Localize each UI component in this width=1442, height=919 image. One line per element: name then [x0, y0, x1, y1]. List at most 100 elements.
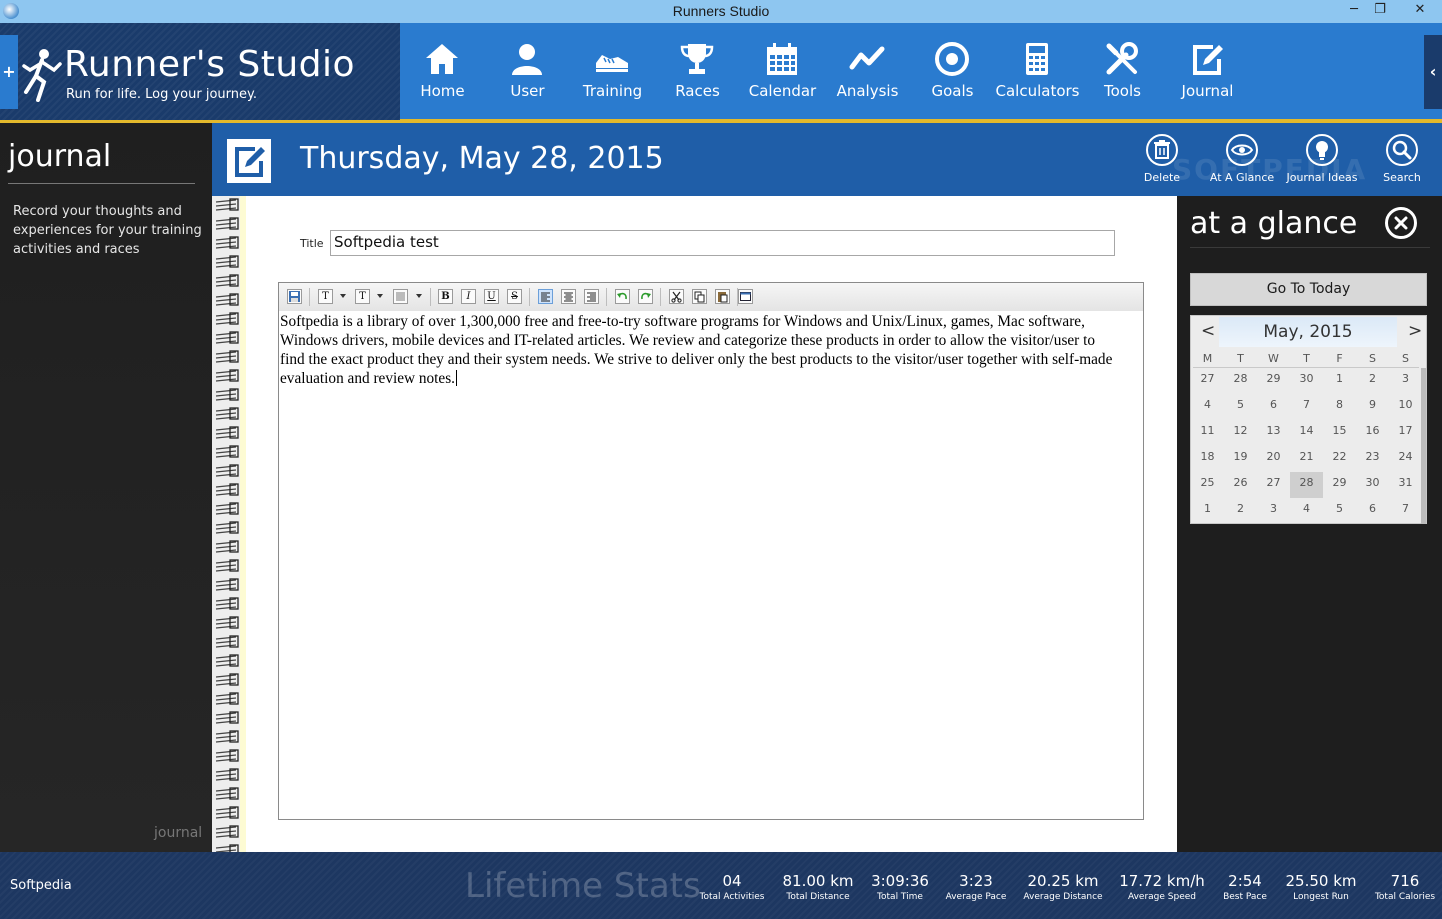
home-icon: [426, 44, 458, 74]
calendar-day[interactable]: 16: [1356, 420, 1389, 446]
calendar-day[interactable]: 1: [1323, 368, 1356, 394]
nav-races[interactable]: Races: [655, 23, 740, 120]
calendar-day[interactable]: 30: [1290, 368, 1323, 394]
calendar-day[interactable]: 14: [1290, 420, 1323, 446]
text-color-icon[interactable]: [393, 289, 408, 304]
calendar-day[interactable]: 10: [1389, 394, 1422, 420]
go-to-today-button[interactable]: Go To Today: [1190, 273, 1427, 306]
window-title: Runners Studio: [672, 3, 770, 19]
calendar-day[interactable]: 27: [1191, 368, 1224, 394]
calendar-day[interactable]: 8: [1323, 394, 1356, 420]
calendar-scrollbar[interactable]: [1421, 368, 1426, 524]
calendar-day[interactable]: 3: [1389, 368, 1422, 394]
save-icon[interactable]: [287, 289, 302, 304]
calendar-day[interactable]: 28: [1224, 368, 1257, 394]
paste-icon[interactable]: [715, 289, 730, 304]
journal-body-text[interactable]: Softpedia is a library of over 1,300,000…: [280, 312, 1118, 388]
at-a-glance-button[interactable]: At A Glance: [1202, 134, 1282, 194]
nav-calendar[interactable]: Calendar: [740, 23, 825, 120]
redo-icon[interactable]: [638, 289, 653, 304]
copy-icon[interactable]: [692, 289, 707, 304]
nav-calculators[interactable]: Calculators: [995, 23, 1080, 120]
minimize-button[interactable]: ─: [1340, 0, 1368, 21]
font-size-button[interactable]: T: [355, 289, 370, 304]
journal-ideas-button[interactable]: Journal Ideas: [1282, 134, 1362, 194]
nav-goals-label: Goals: [931, 82, 974, 100]
calendar-day[interactable]: 6: [1257, 394, 1290, 420]
calendar-next-button[interactable]: >: [1408, 321, 1422, 341]
title-input[interactable]: Softpedia test: [330, 230, 1115, 256]
delete-button[interactable]: Delete: [1122, 134, 1202, 194]
calendar-day[interactable]: 30: [1356, 472, 1389, 498]
calendar-day[interactable]: 5: [1224, 394, 1257, 420]
calendar-day[interactable]: 21: [1290, 446, 1323, 472]
calendar-day[interactable]: 3: [1257, 498, 1290, 524]
align-right-icon[interactable]: [584, 289, 599, 304]
align-center-icon[interactable]: [561, 289, 576, 304]
rich-text-editor[interactable]: T T B I U S Softpedia is a library of ov…: [278, 282, 1144, 820]
font-size-dropdown-icon[interactable]: [377, 294, 383, 298]
calendar-day[interactable]: 24: [1389, 446, 1422, 472]
bold-button[interactable]: B: [438, 289, 453, 304]
calendar-day[interactable]: 29: [1257, 368, 1290, 394]
close-glance-icon[interactable]: [1385, 207, 1417, 239]
calendar-day[interactable]: 17: [1389, 420, 1422, 446]
calendar-day[interactable]: 28: [1290, 472, 1323, 498]
nav-goals[interactable]: Goals: [910, 23, 995, 120]
calendar-day[interactable]: 27: [1257, 472, 1290, 498]
calendar-day[interactable]: 2: [1224, 498, 1257, 524]
search-button[interactable]: Search: [1362, 134, 1442, 194]
calendar-day[interactable]: 5: [1323, 498, 1356, 524]
calendar-day[interactable]: 12: [1224, 420, 1257, 446]
calendar-prev-button[interactable]: <: [1201, 321, 1215, 341]
expand-tab-button[interactable]: +: [0, 35, 18, 109]
calendar-day[interactable]: 7: [1290, 394, 1323, 420]
trophy-icon: [680, 44, 714, 74]
font-name-button[interactable]: T: [318, 289, 333, 304]
calendar-day[interactable]: 11: [1191, 420, 1224, 446]
nav-training[interactable]: Training: [570, 23, 655, 120]
calendar-day[interactable]: 9: [1356, 394, 1389, 420]
collapse-panel-button[interactable]: ‹: [1424, 35, 1442, 109]
lifetime-stats-title: Lifetime Stats: [465, 866, 701, 906]
nav-home[interactable]: Home: [400, 23, 485, 120]
calendar-day[interactable]: 4: [1290, 498, 1323, 524]
text-color-dropdown-icon[interactable]: [416, 294, 422, 298]
close-window-button[interactable]: ✕: [1398, 0, 1442, 21]
calendar-day[interactable]: 22: [1323, 446, 1356, 472]
nav-analysis[interactable]: Analysis: [825, 23, 910, 120]
calendar-month-title[interactable]: May, 2015: [1219, 322, 1397, 342]
stat-value: 716: [1390, 872, 1420, 890]
calendar-day[interactable]: 31: [1389, 472, 1422, 498]
nav-tools[interactable]: Tools: [1080, 23, 1165, 120]
underline-button[interactable]: U: [484, 289, 499, 304]
calendar-weekday-label: F: [1336, 352, 1343, 365]
calendar-day[interactable]: 1: [1191, 498, 1224, 524]
calendar-day[interactable]: 6: [1356, 498, 1389, 524]
calendar-day[interactable]: 13: [1257, 420, 1290, 446]
calendar-day[interactable]: 7: [1389, 498, 1422, 524]
nav-journal[interactable]: Journal: [1165, 23, 1250, 120]
lightbulb-icon: [1306, 134, 1338, 166]
cut-icon[interactable]: [669, 289, 684, 304]
calendar-day[interactable]: 18: [1191, 446, 1224, 472]
calendar-day[interactable]: 2: [1356, 368, 1389, 394]
calendar-day[interactable]: 26: [1224, 472, 1257, 498]
font-dropdown-icon[interactable]: [340, 294, 346, 298]
calendar-day[interactable]: 15: [1323, 420, 1356, 446]
calendar-weekday-label: S: [1369, 352, 1376, 365]
strikethrough-button[interactable]: S: [507, 289, 522, 304]
restore-button[interactable]: ❐: [1366, 0, 1394, 21]
italic-button[interactable]: I: [461, 289, 476, 304]
calendar-day[interactable]: 19: [1224, 446, 1257, 472]
undo-icon[interactable]: [615, 289, 630, 304]
calendar-day[interactable]: 25: [1191, 472, 1224, 498]
calendar-day[interactable]: 23: [1356, 446, 1389, 472]
calendar-day[interactable]: 20: [1257, 446, 1290, 472]
nav-user[interactable]: User: [485, 23, 570, 120]
calendar-day[interactable]: 29: [1323, 472, 1356, 498]
calendar-day[interactable]: 4: [1191, 394, 1224, 420]
stat-item: 716 Total Calories: [1345, 872, 1442, 902]
insert-table-icon[interactable]: [738, 289, 753, 304]
align-left-icon[interactable]: [538, 289, 553, 304]
